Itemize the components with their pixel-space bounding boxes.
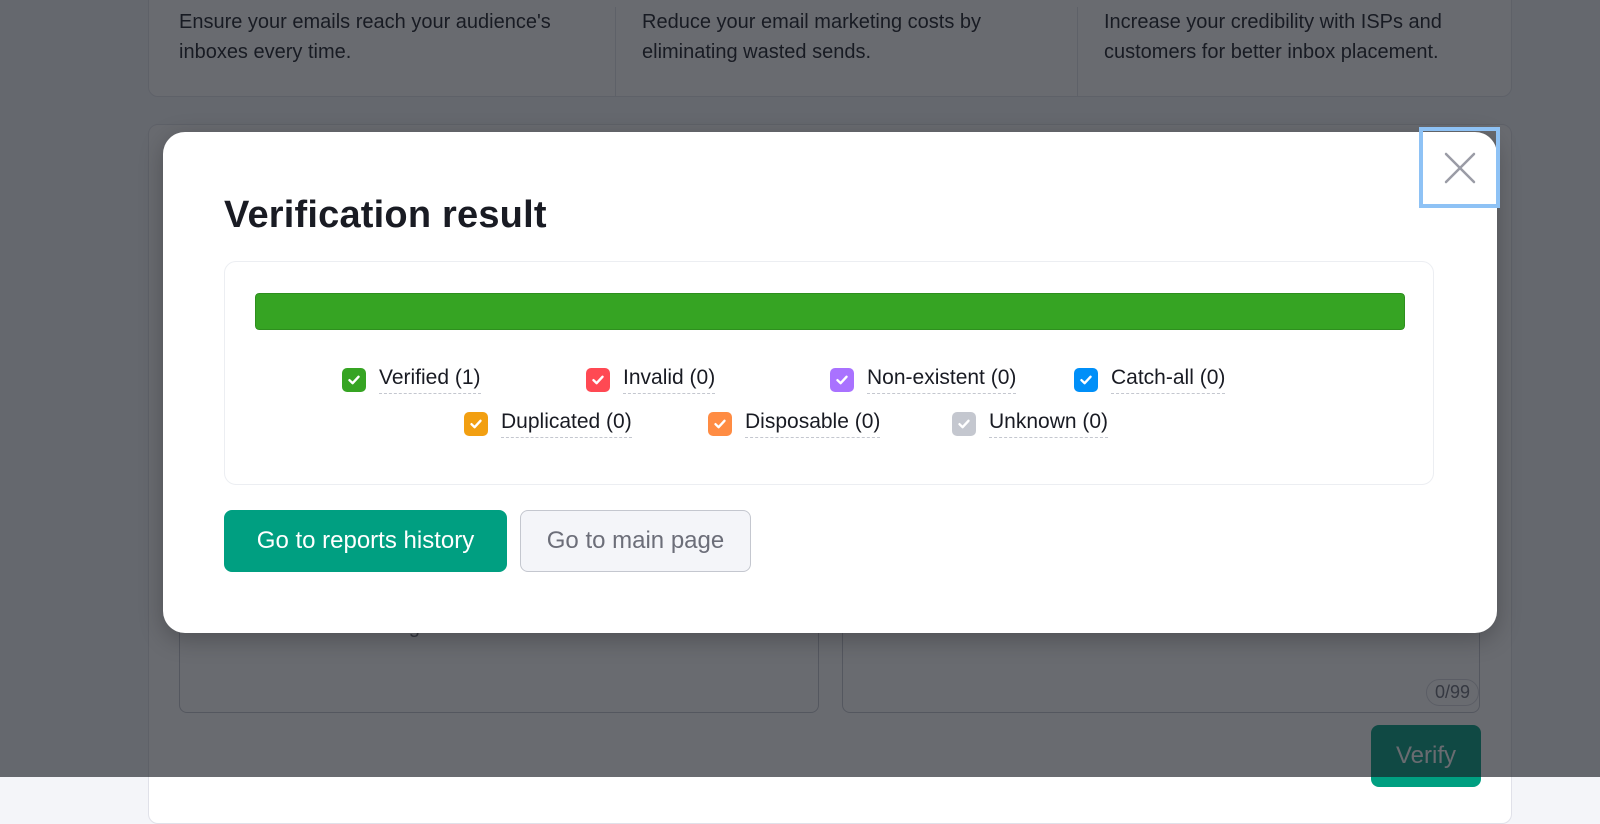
legend-checkbox-verified[interactable] [342,368,366,392]
close-icon [1443,151,1477,185]
legend-item-duplicated[interactable]: Duplicated (0) [464,409,708,438]
legend-checkbox-disposable[interactable] [708,412,732,436]
legend-checkbox-non-existent[interactable] [830,368,854,392]
legend-checkbox-unknown[interactable] [952,412,976,436]
progress-fill-verified [255,293,1405,330]
legend-item-non-existent[interactable]: Non-existent (0) [830,365,1074,394]
legend-label: Invalid (0) [623,365,715,394]
go-to-reports-history-button[interactable]: Go to reports history [224,510,507,572]
legend-item-catch-all[interactable]: Catch-all (0) [1074,365,1318,394]
checkmark-icon [835,373,849,387]
legend-checkbox-duplicated[interactable] [464,412,488,436]
legend-label: Non-existent (0) [867,365,1016,394]
modal-title: Verification result [224,194,547,237]
legend-label: Disposable (0) [745,409,880,438]
checkmark-icon [591,373,605,387]
legend-checkbox-invalid[interactable] [586,368,610,392]
legend-item-verified[interactable]: Verified (1) [342,365,586,394]
legend-row-1: Verified (1) Invalid (0) Non-existent (0) C… [342,365,1318,394]
checkmark-icon [957,417,971,431]
result-card: Verified (1) Invalid (0) Non-existent (0) C… [224,261,1434,485]
legend-label: Unknown (0) [989,409,1108,438]
checkmark-icon [1079,373,1093,387]
results-progress-bar [255,293,1405,330]
verification-result-modal: Verification result Verified (1) Invalid … [163,132,1497,633]
legend-label: Catch-all (0) [1111,365,1225,394]
checkmark-icon [713,417,727,431]
legend-checkbox-catch-all[interactable] [1074,368,1098,392]
legend-item-disposable[interactable]: Disposable (0) [708,409,952,438]
checkmark-icon [347,373,361,387]
legend-label: Verified (1) [379,365,481,394]
legend-row-2: Duplicated (0) Disposable (0) Unknown (0) [464,409,1196,438]
go-to-main-page-button[interactable]: Go to main page [520,510,751,572]
legend-item-unknown[interactable]: Unknown (0) [952,409,1196,438]
close-modal-button[interactable] [1419,127,1500,208]
legend-label: Duplicated (0) [501,409,632,438]
checkmark-icon [469,417,483,431]
legend-item-invalid[interactable]: Invalid (0) [586,365,830,394]
